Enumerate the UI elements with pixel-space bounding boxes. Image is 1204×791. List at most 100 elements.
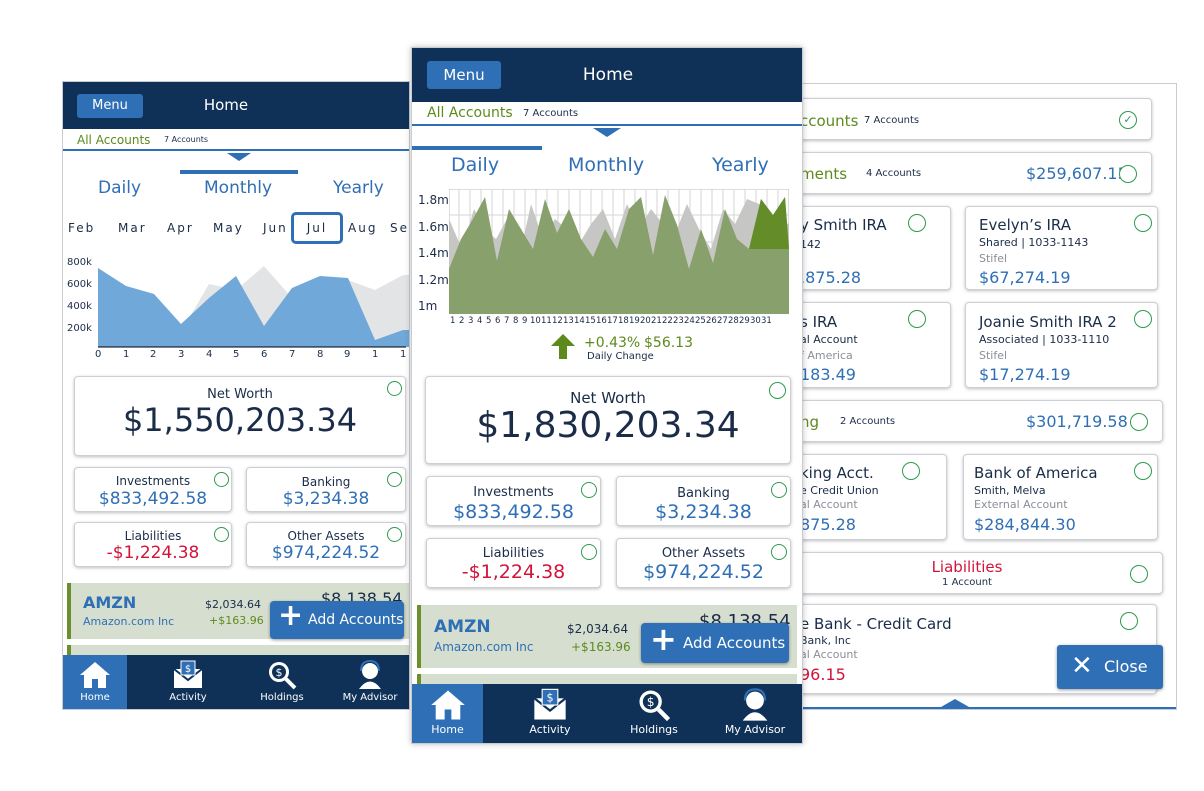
select-circle[interactable]: [769, 382, 786, 399]
select-circle[interactable]: [581, 544, 597, 560]
nav-activity[interactable]: $ Activity: [498, 684, 602, 743]
account-card[interactable]: Evelyn’s IRA Shared | 1033-1143 Stifel $…: [965, 206, 1158, 290]
investments-card[interactable]: Investments $833,492.58: [426, 476, 601, 526]
banking-group-row[interactable]: ng 2 Accounts $301,719.58: [791, 400, 1163, 442]
close-button[interactable]: ✕ Close: [1057, 645, 1163, 689]
change-amount: $56.13: [644, 335, 693, 351]
select-circle[interactable]: [1134, 214, 1152, 232]
other-assets-value: $974,224.52: [271, 543, 381, 563]
x-tick: 25: [695, 316, 706, 326]
month-item[interactable]: Jun: [263, 221, 288, 235]
banking-card[interactable]: Banking $3,234.38: [616, 476, 791, 526]
accounts-label: All Accounts: [427, 105, 513, 121]
select-circle[interactable]: [908, 310, 926, 328]
month-item[interactable]: Mar: [118, 221, 147, 235]
account-card[interactable]: y Smith IRA 142 ,875.28: [791, 206, 951, 290]
menu-button[interactable]: Menu: [427, 61, 501, 89]
liabilities-group-row[interactable]: Liabilities 1 Account: [791, 552, 1163, 594]
magnifier-dollar-icon: $: [269, 662, 297, 690]
x-tick: 1: [450, 316, 456, 326]
x-tick: 21: [651, 316, 662, 326]
dropdown-arrow-icon[interactable]: [593, 128, 621, 137]
plus-icon: +: [278, 598, 304, 633]
account-line: 142: [800, 238, 821, 251]
account-card[interactable]: Joanie Smith IRA 2 Associated | 1033-111…: [965, 302, 1158, 388]
nav-my-advisor[interactable]: My Advisor: [706, 684, 802, 743]
add-accounts-button[interactable]: + Add Accounts: [270, 598, 404, 639]
banking-label: Banking: [301, 475, 351, 489]
x-tick: 7: [504, 316, 510, 326]
select-circle[interactable]: [387, 527, 402, 542]
select-circle[interactable]: [771, 544, 787, 560]
tab-monthly[interactable]: Monthly: [568, 154, 644, 176]
nav-label: Activity: [169, 692, 207, 703]
select-circle[interactable]: [387, 381, 402, 396]
net-worth-card[interactable]: Net Worth $1,550,203.34: [74, 376, 406, 456]
investments-card[interactable]: Investments $833,492.58: [74, 467, 232, 512]
month-selector[interactable]: Feb Mar Apr May Jun Jul Aug Se: [63, 212, 409, 245]
accounts-bar[interactable]: All Accounts 7 Accounts: [412, 102, 802, 126]
select-circle[interactable]: [387, 472, 402, 487]
dropdown-arrow-icon[interactable]: [227, 153, 251, 161]
other-assets-card[interactable]: Other Assets $974,224.52: [616, 538, 791, 588]
tab-daily[interactable]: Daily: [98, 178, 141, 198]
nav-holdings[interactable]: $ Holdings: [235, 655, 329, 709]
month-item[interactable]: Feb: [68, 221, 95, 235]
select-circle[interactable]: [908, 214, 926, 232]
x-tick: 30: [750, 316, 761, 326]
select-circle[interactable]: [214, 472, 229, 487]
account-value: $284,844.30: [974, 515, 1076, 534]
select-circle[interactable]: [1119, 165, 1137, 183]
nav-home[interactable]: Home: [63, 655, 127, 709]
nav-activity[interactable]: $ Activity: [141, 655, 235, 709]
month-item[interactable]: Se: [390, 221, 409, 235]
collapse-arrow[interactable]: [941, 699, 969, 707]
tab-monthly[interactable]: Monthly: [204, 178, 272, 198]
other-assets-card[interactable]: Other Assets $974,224.52: [246, 522, 406, 567]
check-icon[interactable]: ✓: [1119, 111, 1137, 129]
account-name: s IRA: [800, 313, 838, 331]
investments-group-row[interactable]: ments 4 Accounts $259,607.15: [791, 152, 1152, 194]
tab-yearly[interactable]: Yearly: [333, 178, 384, 198]
select-circle[interactable]: [1134, 462, 1152, 480]
select-circle[interactable]: [1130, 413, 1148, 431]
tab-daily[interactable]: Daily: [451, 154, 499, 176]
month-item[interactable]: May: [213, 221, 244, 235]
nav-home[interactable]: Home: [412, 684, 483, 743]
x-tick: 23: [673, 316, 684, 326]
stock-price: $2,034.64: [205, 598, 261, 611]
account-card[interactable]: Bank of America Smith, Melva External Ac…: [963, 454, 1158, 540]
month-item[interactable]: Aug: [348, 221, 377, 235]
y-tick: 1.2m: [418, 272, 449, 287]
select-circle[interactable]: [1134, 310, 1152, 328]
nav-holdings[interactable]: $ Holdings: [602, 684, 706, 743]
menu-button[interactable]: Menu: [77, 94, 143, 118]
month-item-selected[interactable]: Jul: [291, 212, 343, 244]
liabilities-card[interactable]: Liabilities -$1,224.38: [74, 522, 232, 567]
select-circle[interactable]: [1120, 612, 1138, 630]
account-card[interactable]: king Acct. e Credit Union al Account 875…: [791, 454, 947, 540]
add-accounts-button[interactable]: + Add Accounts: [641, 620, 789, 663]
liabilities-card[interactable]: Liabilities -$1,224.38: [426, 538, 601, 588]
y-tick: 1m: [418, 299, 438, 313]
select-circle[interactable]: [902, 462, 920, 480]
all-accounts-row[interactable]: ccounts 7 Accounts ✓: [791, 98, 1152, 140]
account-card[interactable]: s IRA al Account f America 183.49: [791, 302, 951, 388]
x-tick: 6: [495, 316, 501, 326]
select-circle[interactable]: [214, 527, 229, 542]
tab-yearly[interactable]: Yearly: [712, 154, 769, 176]
select-circle[interactable]: [1130, 565, 1148, 583]
bottom-divider: [791, 707, 1176, 709]
select-circle[interactable]: [771, 482, 787, 498]
header-title: Home: [203, 96, 249, 114]
stock-price: $2,034.64: [567, 622, 629, 636]
select-circle[interactable]: [581, 482, 597, 498]
accounts-bar[interactable]: All Accounts 7 Accounts: [63, 129, 409, 151]
nav-my-advisor[interactable]: My Advisor: [329, 655, 409, 709]
x-tick: 1: [400, 349, 407, 360]
add-accounts-label: Add Accounts: [683, 634, 786, 652]
banking-card[interactable]: Banking $3,234.38: [246, 467, 406, 512]
liabilities-value: -$1,224.38: [461, 561, 566, 583]
month-item[interactable]: Apr: [167, 221, 194, 235]
net-worth-card[interactable]: Net Worth $1,830,203.34: [425, 376, 791, 464]
